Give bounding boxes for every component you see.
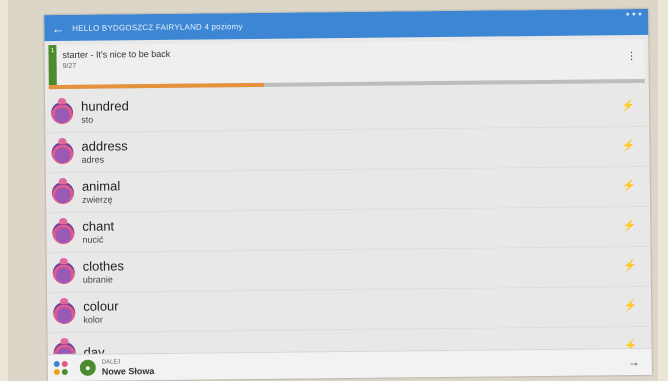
apps-grid-icon[interactable] — [53, 360, 68, 376]
mode-icon: ● — [79, 359, 96, 376]
next-label: DALEJ Nowe Słowa — [101, 359, 155, 377]
word-term: address — [81, 138, 128, 154]
word-row[interactable]: hundred sto ⚡ — [44, 86, 650, 134]
word-translation: kolor — [83, 314, 103, 325]
word-plant-icon — [51, 141, 74, 164]
word-translation: nucić — [82, 234, 104, 245]
lightning-icon[interactable]: ⚡ — [623, 219, 637, 232]
word-row[interactable]: address adres ⚡ — [45, 126, 650, 174]
arrow-right-icon[interactable]: → — [628, 355, 640, 369]
word-plant-icon — [51, 181, 75, 204]
lightning-icon[interactable]: ⚡ — [623, 299, 637, 312]
next-new-words-button[interactable]: ● DALEJ Nowe Słowa — [79, 359, 155, 377]
lesson-progress-fill — [48, 82, 264, 90]
course-title: HELLO BYDGOSZCZ FAIRYLAND 4 poziomy — [72, 21, 243, 33]
word-row[interactable]: animal zwierzę ⚡ — [45, 166, 651, 214]
word-row[interactable]: colour kolor ⚡ — [47, 286, 652, 334]
word-term: hundred — [80, 98, 129, 114]
word-row[interactable]: clothes ubranie ⚡ — [46, 246, 651, 294]
app-screen: ← HELLO BYDGOSZCZ FAIRYLAND 4 poziomy ● … — [44, 8, 652, 381]
word-row[interactable]: chant nucić ⚡ — [46, 206, 651, 254]
app-bar: ← HELLO BYDGOSZCZ FAIRYLAND 4 poziomy ● … — [44, 8, 649, 42]
grid-dot — [61, 368, 68, 376]
word-translation: adres — [81, 154, 105, 165]
grid-dot — [53, 361, 60, 368]
lightning-icon[interactable]: ⚡ — [622, 179, 636, 192]
lightning-icon[interactable]: ⚡ — [622, 139, 636, 152]
more-vert-icon[interactable]: ⋮ — [626, 39, 644, 79]
word-term: colour — [83, 298, 119, 314]
status-bar-icons: ● ● ● — [625, 10, 643, 19]
grid-dot — [53, 369, 60, 376]
word-plant-icon — [51, 101, 74, 124]
lesson-card[interactable]: 1 starter - It's nice to be back 9/27 ⋮ — [48, 38, 645, 86]
word-text: address adres — [81, 138, 128, 165]
lightning-icon[interactable]: ⚡ — [623, 259, 637, 272]
word-term: clothes — [82, 258, 125, 274]
word-plant-icon — [52, 221, 75, 244]
word-plant-icon — [52, 261, 75, 284]
word-text: clothes ubranie — [83, 258, 124, 285]
word-list: hundred sto ⚡ address adres ⚡ animal zwierzę ⚡ ch… — [44, 86, 652, 374]
word-text: colour kolor — [83, 298, 119, 325]
word-translation: ubranie — [82, 274, 113, 285]
word-translation: zwierzę — [81, 194, 113, 205]
lesson-info: starter - It's nice to be back 9/27 — [56, 39, 626, 85]
word-text: chant nucić — [82, 218, 114, 245]
word-text: hundred sto — [81, 98, 129, 125]
grid-dot — [61, 360, 68, 368]
word-plant-icon — [53, 301, 76, 324]
bottom-bar: ● DALEJ Nowe Słowa → — [47, 347, 652, 381]
next-main-label: Nowe Słowa — [101, 365, 155, 377]
word-term: chant — [82, 218, 115, 234]
word-text: animal zwierzę — [82, 178, 121, 205]
word-translation: sto — [81, 114, 94, 125]
word-term: animal — [81, 178, 121, 194]
lightning-icon[interactable]: ⚡ — [621, 99, 635, 112]
back-arrow-icon[interactable]: ← — [44, 20, 72, 35]
tablet-frame: ← HELLO BYDGOSZCZ FAIRYLAND 4 poziomy ● … — [8, 0, 658, 381]
